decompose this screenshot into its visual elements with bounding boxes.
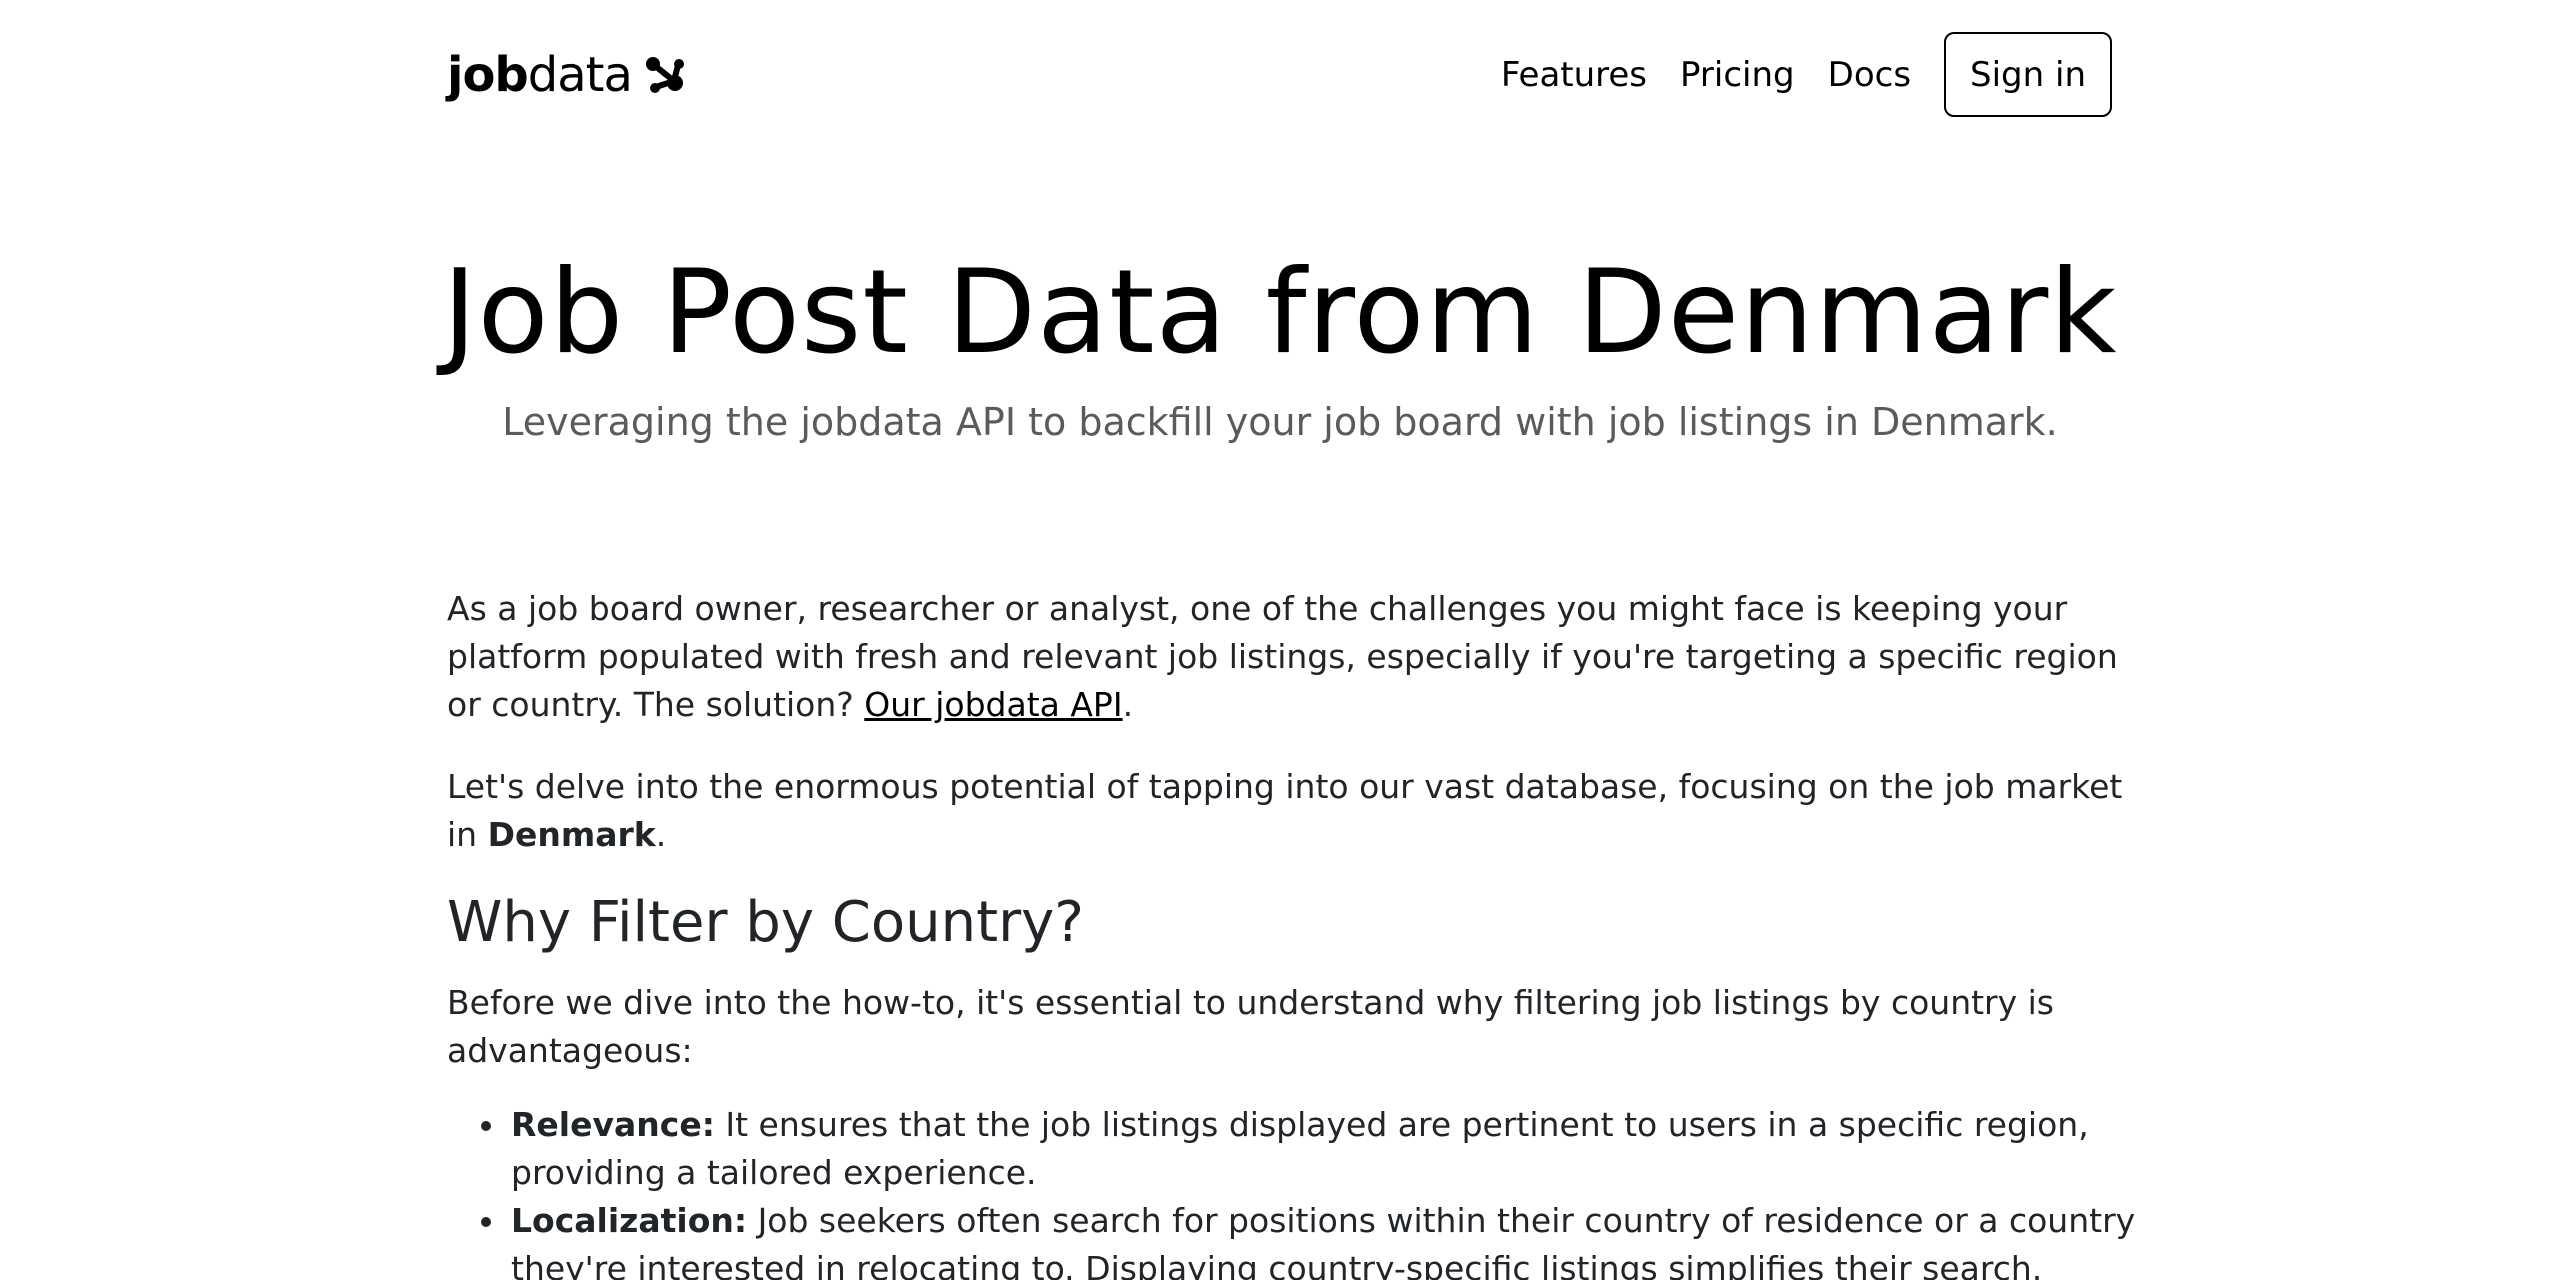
bullet-term: Relevance: xyxy=(511,1105,715,1144)
denmark-end: . xyxy=(655,815,667,854)
nav-pricing[interactable]: Pricing xyxy=(1680,55,1795,95)
site-header: job data Features Pricing Docs Sign in xyxy=(447,32,2112,117)
nav-docs[interactable]: Docs xyxy=(1828,55,1911,95)
logo-link[interactable]: job data xyxy=(447,47,688,103)
filter-paragraph: Before we dive into the how-to, it's ess… xyxy=(447,983,2054,1070)
list-item: Relevance: It ensures that the job listi… xyxy=(471,1101,2137,1197)
denmark-text: Let's delve into the enormous potential … xyxy=(447,767,2123,854)
bullet-text: Job seekers often search for positions w… xyxy=(511,1201,2136,1280)
jobdata-api-link[interactable]: Our jobdata API xyxy=(864,685,1122,724)
main-nav: Features Pricing Docs Sign in xyxy=(1468,32,2112,117)
section-heading: Why Filter by Country? xyxy=(447,890,1084,955)
logo-text-bold: job xyxy=(447,46,529,103)
nav-features[interactable]: Features xyxy=(1501,55,1647,95)
article-body: As a job board owner, researcher or anal… xyxy=(447,585,2137,1280)
list-item: Localization: Job seekers often search f… xyxy=(471,1197,2137,1280)
sign-in-button[interactable]: Sign in xyxy=(1944,32,2112,117)
intro-end: . xyxy=(1122,685,1134,724)
bullet-text: It ensures that the job listings display… xyxy=(511,1105,2089,1192)
denmark-bold: Denmark xyxy=(487,815,656,854)
page: job data Features Pricing Docs Sign in Jo… xyxy=(0,0,2560,1280)
denmark-paragraph: Let's delve into the enormous potential … xyxy=(447,763,2137,859)
page-subtitle: Leveraging the jobdata API to backfill y… xyxy=(502,400,2058,444)
page-title: Job Post Data from Denmark xyxy=(442,245,2118,380)
logo-text-regular: data xyxy=(527,46,633,103)
intro-text: As a job board owner, researcher or anal… xyxy=(447,589,2118,724)
benefits-list: Relevance: It ensures that the job listi… xyxy=(471,1101,2137,1280)
molecule-logo-icon xyxy=(645,56,684,93)
bullet-term: Localization: xyxy=(511,1201,748,1240)
intro-paragraph: As a job board owner, researcher or anal… xyxy=(447,585,2137,729)
